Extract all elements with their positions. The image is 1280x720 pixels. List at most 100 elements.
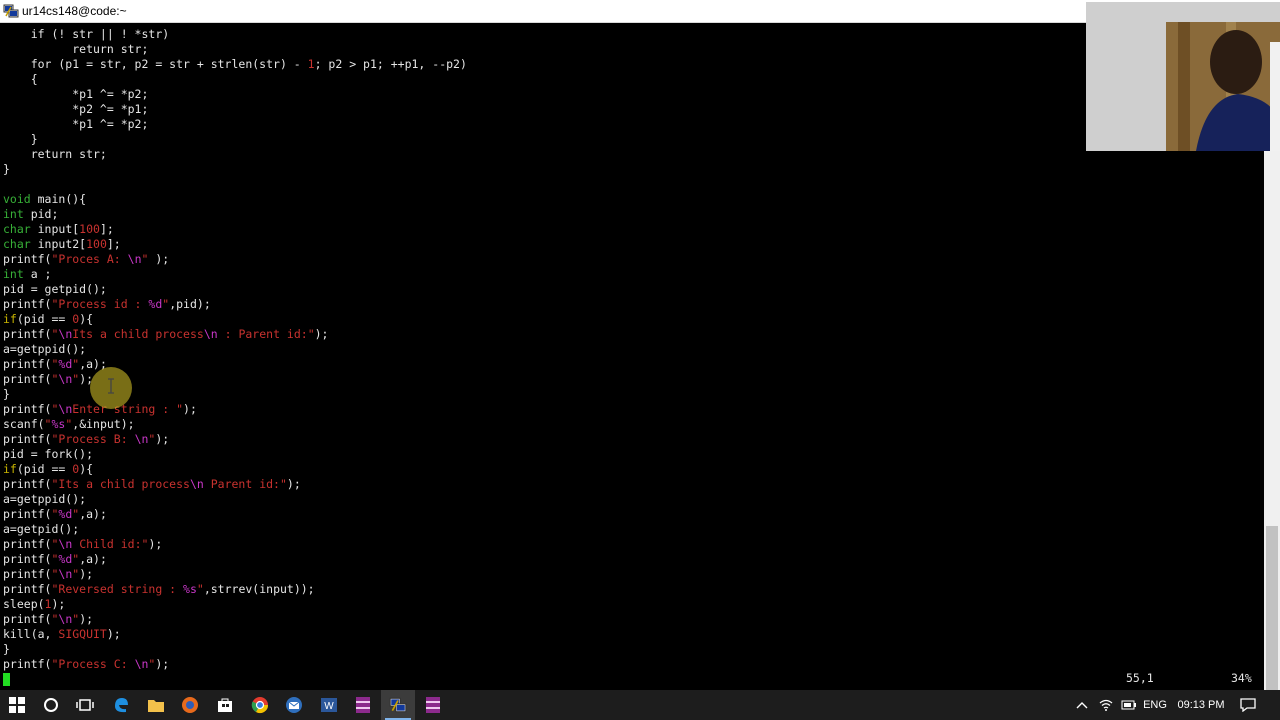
code-line: } (3, 162, 10, 177)
code-token: %s (51, 417, 66, 431)
store-app[interactable] (208, 690, 242, 720)
battery-icon[interactable] (1118, 690, 1140, 720)
terminal-editor[interactable]: if (! str || ! *str) return str; for (p1… (0, 23, 1263, 693)
code-token: input2[ (30, 237, 87, 251)
code-line: printf("\n Child id:"); (3, 537, 162, 552)
task-view-button[interactable] (68, 690, 102, 720)
wifi-icon[interactable] (1096, 690, 1116, 720)
code-token: (pid == (16, 462, 73, 476)
text-cursor-icon (108, 378, 114, 394)
code-line: printf("Process C: \n"); (3, 657, 169, 672)
code-line: return str; (3, 42, 148, 57)
thunderbird-app[interactable] (277, 690, 311, 720)
code-token: ; p2 > p1; ++p1, --p2) (314, 57, 467, 71)
code-line: printf("Process B: \n"); (3, 432, 169, 447)
code-token: Child id:" (72, 537, 149, 551)
code-token: ); (148, 252, 170, 266)
code-token: printf( (3, 432, 52, 446)
firefox-app[interactable] (173, 690, 207, 720)
code-token: Enter string : " (72, 402, 184, 416)
code-token: 100 (86, 237, 107, 251)
scrollbar-thumb[interactable] (1266, 526, 1278, 694)
winrar-app-2[interactable] (416, 690, 450, 720)
code-token: (pid == (16, 312, 73, 326)
code-token: printf( (3, 357, 52, 371)
code-token: "Process C: (51, 657, 135, 671)
code-line: a=getppid(); (3, 342, 86, 357)
word-icon: W (320, 696, 338, 714)
code-token: char (3, 222, 31, 236)
chevron-up-icon[interactable] (1072, 690, 1092, 720)
store-icon (216, 696, 234, 714)
code-line: printf("Its a child process\n Parent id:… (3, 477, 301, 492)
webcam-overlay (1086, 2, 1280, 151)
code-line: scanf("%s",&input); (3, 417, 135, 432)
start-button[interactable] (0, 690, 34, 720)
code-token: SIGQUIT (58, 627, 107, 641)
language-indicator[interactable]: ENG (1140, 690, 1170, 720)
vim-status-line: 55,1 34% (0, 671, 1263, 686)
code-token: printf( (3, 657, 52, 671)
code-token: "Process id : (51, 297, 149, 311)
code-token: scanf( (3, 417, 45, 431)
chrome-app[interactable] (243, 690, 277, 720)
clock[interactable]: 09:13 PM (1172, 690, 1230, 720)
winrar-app[interactable] (346, 690, 380, 720)
code-token: \n (127, 252, 142, 266)
code-token: a=getppid(); (3, 492, 87, 506)
code-line: sleep(1); (3, 597, 65, 612)
winrar-icon (354, 696, 372, 714)
code-line: if(pid == 0){ (3, 462, 93, 477)
word-app[interactable]: W (312, 690, 346, 720)
code-token: \n (58, 372, 73, 386)
code-token: a ; (23, 267, 52, 281)
code-token: ,a); (79, 552, 107, 566)
code-token: } (3, 387, 10, 401)
code-token: "Process B: (51, 432, 135, 446)
code-token: ); (106, 627, 121, 641)
code-token: "Its a child process (51, 477, 190, 491)
code-token: ); (148, 537, 163, 551)
code-token: "Proces A: (51, 252, 128, 266)
code-token: \n (134, 657, 149, 671)
code-token: printf( (3, 507, 52, 521)
code-line: if (! str || ! *str) (3, 27, 169, 42)
code-token: input[ (30, 222, 80, 236)
cursor-position: 55,1 (1126, 671, 1154, 685)
code-token: char (3, 237, 31, 251)
code-line: for (p1 = str, p2 = str + strlen(str) - … (3, 57, 467, 72)
code-line: if(pid == 0){ (3, 312, 93, 327)
code-token: if (3, 312, 17, 326)
code-token: for (p1 = str, p2 = str + strlen(str) - (3, 57, 308, 71)
code-line: *p2 ^= *p1; (3, 102, 148, 117)
code-line: printf("%d",a); (3, 507, 107, 522)
code-token: printf( (3, 567, 52, 581)
code-token: pid; (23, 207, 59, 221)
code-token: %s (183, 582, 197, 596)
code-token: return str; (3, 147, 107, 161)
code-token: main(){ (30, 192, 87, 206)
code-token: pid = fork(); (3, 447, 94, 461)
code-line: return str; (3, 147, 107, 162)
code-token: \n (58, 327, 73, 341)
edge-app[interactable] (104, 690, 138, 720)
code-line: { (3, 72, 38, 87)
code-line: int pid; (3, 207, 58, 222)
code-token: 1 (307, 57, 315, 71)
code-token: printf( (3, 297, 52, 311)
code-line: } (3, 387, 10, 402)
search-button[interactable] (34, 690, 68, 720)
code-token: *p1 ^= *p2; (3, 117, 149, 131)
code-token: pid = getpid(); (3, 282, 107, 296)
code-token: %d (58, 552, 73, 566)
code-line: printf("Reversed string : %s",strrev(inp… (3, 582, 315, 597)
code-token: ,a); (79, 507, 107, 521)
code-token: ]; (99, 222, 114, 236)
firefox-icon (181, 696, 199, 714)
code-token: ); (314, 327, 329, 341)
code-token: printf( (3, 612, 52, 626)
code-line: printf("\nIts a child process\n : Parent… (3, 327, 328, 342)
putty-app[interactable] (381, 690, 415, 720)
file-explorer-app[interactable] (139, 690, 173, 720)
notification-icon[interactable] (1234, 690, 1262, 720)
